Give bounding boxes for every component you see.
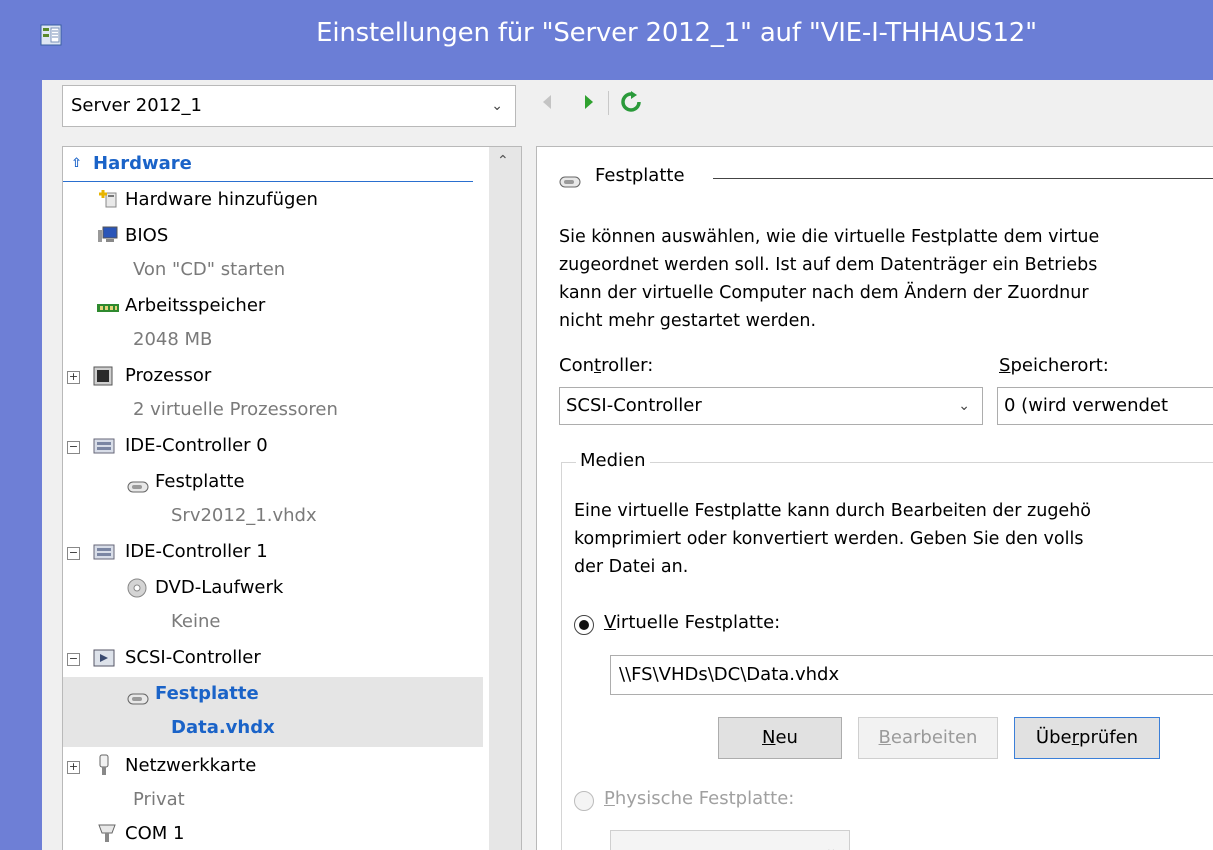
tree-item-processor[interactable]: + Prozessor — [63, 359, 483, 393]
network-adapter-icon — [97, 754, 111, 781]
physical-disk-select[interactable]: ⌄ — [610, 830, 850, 850]
controller-select[interactable]: SCSI-Controller ⌄ — [559, 387, 983, 425]
tree-item-ide-hdd[interactable]: Festplatte — [63, 465, 483, 499]
collapse-minus-icon[interactable]: − — [67, 653, 80, 666]
ide-controller-icon — [93, 544, 115, 565]
section-hardware-label: Hardware — [93, 153, 192, 174]
chevron-down-icon: ⌄ — [958, 398, 970, 414]
location-label: Speicherort: — [999, 355, 1109, 376]
processor-icon — [93, 366, 113, 391]
virtual-disk-path-input[interactable]: \\FS\VHDs\DC\Data.vhdx — [610, 655, 1213, 695]
scroll-up-icon[interactable]: ⌃ — [497, 153, 509, 169]
tree-item-com1[interactable]: COM 1 — [63, 817, 483, 850]
virtual-disk-radio[interactable] — [574, 615, 594, 635]
memory-icon — [97, 299, 119, 320]
expand-plus-icon[interactable]: + — [67, 761, 80, 774]
location-select[interactable]: 0 (wird verwendet — [997, 387, 1213, 425]
controller-label: Controller: — [559, 355, 654, 376]
virtual-disk-label: Virtuelle Festplatte: — [604, 612, 781, 633]
collapse-minus-icon[interactable]: − — [67, 547, 80, 560]
tree-item-memory[interactable]: Arbeitsspeicher — [63, 289, 483, 323]
dialog-client: Server 2012_1 ⌄ ⌃ ⇧ Hardware Hardware hi… — [42, 80, 1213, 850]
hard-disk-icon — [127, 689, 149, 710]
collapse-minus-icon[interactable]: − — [67, 441, 80, 454]
group-divider — [713, 178, 1213, 179]
new-button[interactable]: Neu — [718, 717, 842, 759]
tree-item-dvd[interactable]: DVD-Laufwerk — [63, 571, 483, 605]
section-hardware[interactable]: ⇧ Hardware — [63, 147, 473, 182]
tree-item-bios[interactable]: BIOS — [63, 219, 483, 253]
chevron-down-icon: ⌄ — [491, 98, 503, 114]
bios-icon — [97, 225, 119, 250]
inspect-button[interactable]: Überprüfen — [1014, 717, 1160, 759]
tree-item-scsi-hdd-selected[interactable]: Festplatte Data.vhdx — [63, 677, 483, 747]
tree-item-network-adapter[interactable]: + Netzwerkkarte — [63, 749, 483, 783]
tree-item-add-hardware[interactable]: Hardware hinzufügen — [63, 183, 483, 217]
media-description: Eine virtuelle Festplatte kann durch Bea… — [574, 501, 1092, 577]
com-port-icon — [97, 823, 117, 848]
chevron-down-icon: ⌄ — [825, 841, 837, 850]
title-bar: Einstellungen für "Server 2012_1" auf "V… — [0, 0, 1213, 80]
forward-arrow-icon[interactable] — [582, 93, 596, 115]
scsi-controller-icon — [93, 649, 115, 672]
tree-item-ide-controller-0[interactable]: − IDE-Controller 0 — [63, 429, 483, 463]
add-hardware-icon — [99, 189, 119, 214]
media-group-title: Medien — [576, 450, 650, 471]
ide-controller-icon — [93, 438, 115, 459]
dvd-disc-icon — [127, 578, 147, 603]
settings-tree: ⌃ ⇧ Hardware Hardware hinzufügen BIOS Vo… — [62, 146, 522, 850]
expand-plus-icon[interactable]: + — [67, 371, 80, 384]
physical-disk-radio[interactable] — [574, 791, 594, 811]
description-text: Sie können auswählen, wie die virtuelle … — [559, 227, 1100, 331]
refresh-icon[interactable] — [620, 91, 642, 117]
back-arrow-icon[interactable] — [540, 93, 554, 115]
tree-item-scsi-controller[interactable]: − SCSI-Controller — [63, 641, 483, 675]
vm-select[interactable]: Server 2012_1 ⌄ — [62, 85, 516, 127]
toolbar-separator — [608, 91, 609, 115]
vm-select-value: Server 2012_1 — [71, 95, 203, 116]
hard-disk-icon — [559, 173, 581, 192]
edit-button[interactable]: Bearbeiten — [858, 717, 998, 759]
collapse-chevron-icon[interactable]: ⇧ — [71, 156, 82, 171]
hard-disk-icon — [127, 477, 149, 498]
detail-pane: Festplatte Sie können auswählen, wie die… — [536, 146, 1213, 850]
media-group: Medien Eine virtuelle Festplatte kann du… — [561, 450, 1213, 850]
window-title: Einstellungen für "Server 2012_1" auf "V… — [316, 18, 1037, 48]
tree-scrollbar[interactable]: ⌃ — [489, 147, 521, 850]
physical-disk-label: Physische Festplatte: — [604, 788, 795, 809]
group-title: Festplatte — [595, 165, 685, 186]
tree-item-ide-controller-1[interactable]: − IDE-Controller 1 — [63, 535, 483, 569]
section-divider — [63, 181, 473, 182]
